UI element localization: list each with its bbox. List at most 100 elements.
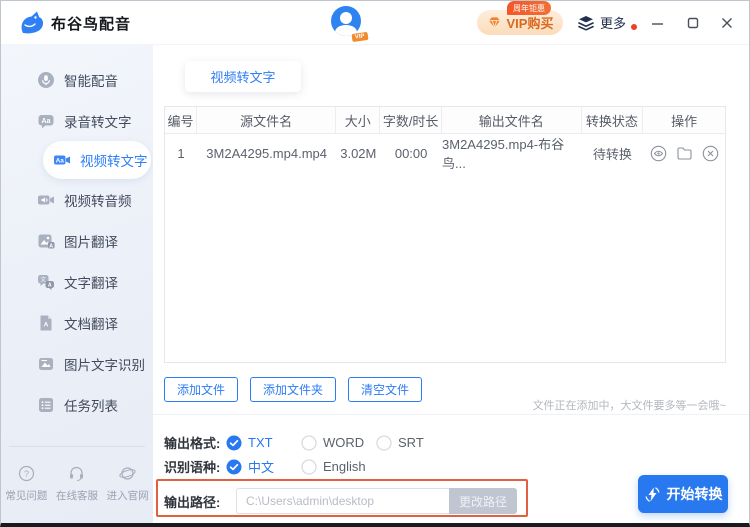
output-format-row: 输出格式: TXT WORD SRT xyxy=(164,433,424,452)
sidebar-item-audio-to-text[interactable]: Aa 录音转文字 xyxy=(1,100,153,141)
radio-chinese-label: 中文 xyxy=(248,457,274,476)
sidebar-item-video-to-audio[interactable]: 视频转音频 xyxy=(1,179,153,220)
svg-text:A: A xyxy=(44,321,49,328)
title-bar: 布谷鸟配音 VIP VIP购买 周年钜惠 更多 xyxy=(1,1,749,45)
sidebar-item-label: 视频转音频 xyxy=(64,190,132,210)
checked-radio-icon xyxy=(226,459,242,475)
preview-eye-icon[interactable] xyxy=(650,145,667,162)
minimize-button[interactable] xyxy=(645,11,669,35)
svg-text:A: A xyxy=(49,243,53,249)
table-row: 1 3M2A4295.mp4.mp4 3.02M 00:00 3M2A4295.… xyxy=(165,134,725,172)
radio-word[interactable]: WORD xyxy=(301,435,376,451)
bird-logo-icon xyxy=(17,9,45,37)
col-header-size: 大小 xyxy=(336,107,380,133)
sidebar: 智能配音 Aa 录音转文字 Aa 视频转文字 xyxy=(1,45,153,527)
sidebar-item-label: 图片翻译 xyxy=(64,231,118,251)
video-to-audio-icon xyxy=(37,191,55,209)
radio-txt[interactable]: TXT xyxy=(226,435,301,451)
sidebar-item-video-to-text[interactable]: Aa 视频转文字 xyxy=(43,141,151,179)
sidebar-item-label: 视频转文字 xyxy=(80,150,148,170)
col-header-duration: 字数/时长 xyxy=(380,107,442,133)
add-file-button[interactable]: 添加文件 xyxy=(164,377,238,402)
sidebar-item-doc-translate[interactable]: A 文档翻译 xyxy=(1,302,153,343)
online-service-link[interactable]: 在线客服 xyxy=(56,465,98,503)
official-site-label: 进入官网 xyxy=(107,488,149,503)
radio-english-label: English xyxy=(323,459,366,474)
more-menu[interactable]: 更多 xyxy=(577,13,637,32)
open-folder-icon[interactable] xyxy=(676,145,693,162)
unchecked-radio-icon xyxy=(376,435,392,451)
sidebar-divider xyxy=(9,446,145,447)
svg-text:Aa: Aa xyxy=(56,158,65,165)
adding-files-hint: 文件正在添加中，大文件要多等一会哦~ xyxy=(533,397,726,413)
output-path-label: 输出路径: xyxy=(164,492,226,511)
language-label: 识别语种: xyxy=(164,457,226,476)
avatar-vip-badge: VIP xyxy=(351,31,370,43)
checked-radio-icon xyxy=(226,435,242,451)
output-path-input[interactable] xyxy=(236,488,449,514)
remove-file-icon[interactable] xyxy=(702,145,719,162)
sidebar-item-text-translate[interactable]: 文 A 文字翻译 xyxy=(1,261,153,302)
sidebar-item-task-list[interactable]: 任务列表 xyxy=(1,384,153,425)
app-window: 布谷鸟配音 VIP VIP购买 周年钜惠 更多 xyxy=(0,0,750,527)
more-label: 更多 xyxy=(600,13,626,32)
cell-no: 1 xyxy=(165,146,197,161)
cell-duration: 00:00 xyxy=(380,146,442,161)
image-ocr-icon xyxy=(37,355,55,373)
svg-text:A: A xyxy=(48,282,52,288)
file-table: 编号 源文件名 大小 字数/时长 输出文件名 转换状态 操作 1 3M2A429… xyxy=(164,106,726,363)
text-translate-icon: 文 A xyxy=(37,273,55,291)
sidebar-item-label: 录音转文字 xyxy=(64,111,132,131)
radio-word-label: WORD xyxy=(323,435,364,450)
sidebar-item-image-ocr[interactable]: 图片文字识别 xyxy=(1,343,153,384)
audio-to-text-icon: Aa xyxy=(37,112,55,130)
cell-status: 待转换 xyxy=(582,144,644,163)
table-header-row: 编号 源文件名 大小 字数/时长 输出文件名 转换状态 操作 xyxy=(165,107,725,134)
image-translate-icon: A xyxy=(37,232,55,250)
faq-link[interactable]: ? 常见问题 xyxy=(5,465,47,503)
faq-label: 常见问题 xyxy=(5,488,47,503)
official-site-link[interactable]: 进入官网 xyxy=(107,465,149,503)
sidebar-footer: ? 常见问题 在线客服 进入官网 xyxy=(1,465,153,503)
radio-chinese[interactable]: 中文 xyxy=(226,457,301,476)
col-header-no: 编号 xyxy=(165,107,197,133)
output-path-row: 输出路径: 更改路径 xyxy=(164,488,517,514)
output-path-group: 更改路径 xyxy=(236,488,517,514)
cell-actions xyxy=(643,145,725,162)
sidebar-item-label: 任务列表 xyxy=(64,395,118,415)
maximize-icon xyxy=(687,17,699,29)
user-avatar[interactable]: VIP xyxy=(331,6,365,40)
sidebar-item-label: 文字翻译 xyxy=(64,272,118,292)
start-convert-button[interactable]: 开始转换 xyxy=(638,475,728,513)
col-header-source: 源文件名 xyxy=(197,107,337,133)
sidebar-item-label: 文档翻译 xyxy=(64,313,118,333)
main-content: 视频转文字 编号 源文件名 大小 字数/时长 输出文件名 转换状态 操作 1 3… xyxy=(153,45,750,527)
radio-srt-label: SRT xyxy=(398,435,424,450)
output-format-label: 输出格式: xyxy=(164,433,226,452)
convert-bolt-icon xyxy=(644,486,661,503)
unchecked-radio-icon xyxy=(301,459,317,475)
cell-size: 3.02M xyxy=(336,146,380,161)
radio-english[interactable]: English xyxy=(301,459,366,475)
change-path-button[interactable]: 更改路径 xyxy=(449,488,517,514)
sidebar-item-smart-dubbing[interactable]: 智能配音 xyxy=(1,59,153,100)
sidebar-item-image-translate[interactable]: A 图片翻译 xyxy=(1,220,153,261)
add-folder-button[interactable]: 添加文件夹 xyxy=(250,377,336,402)
clear-files-button[interactable]: 清空文件 xyxy=(348,377,422,402)
vip-gem-icon xyxy=(487,16,502,29)
maximize-button[interactable] xyxy=(681,11,705,35)
more-layers-icon xyxy=(577,14,595,32)
file-action-buttons: 添加文件 添加文件夹 清空文件 xyxy=(164,377,422,402)
vip-button-label: VIP购买 xyxy=(507,13,554,32)
task-list-icon xyxy=(37,396,55,414)
start-convert-label: 开始转换 xyxy=(667,484,723,504)
tab-video-to-text[interactable]: 视频转文字 xyxy=(185,61,301,92)
sidebar-item-label: 智能配音 xyxy=(64,70,118,90)
notification-dot xyxy=(631,24,637,30)
section-divider xyxy=(153,414,750,415)
radio-txt-label: TXT xyxy=(248,435,273,450)
app-title: 布谷鸟配音 xyxy=(51,13,131,34)
radio-srt[interactable]: SRT xyxy=(376,435,424,451)
close-button[interactable] xyxy=(715,11,739,35)
minimize-icon xyxy=(651,17,664,30)
